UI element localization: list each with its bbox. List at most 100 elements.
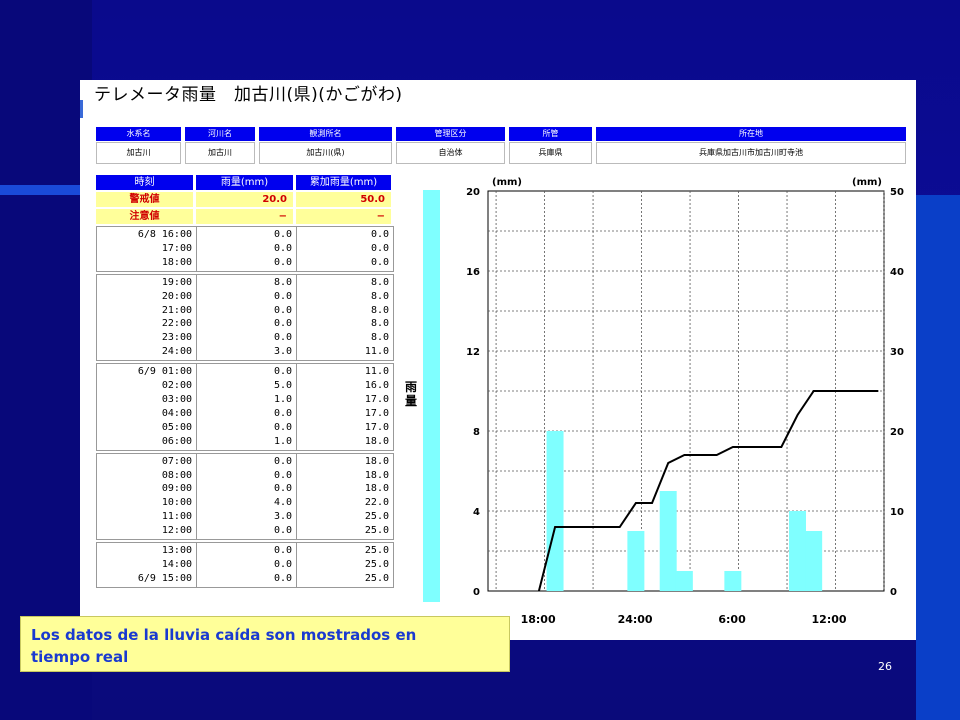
cell-time: 18:00: [161, 256, 192, 268]
value-management: 自治体: [396, 142, 505, 164]
value-location: 兵庫県加古川市加古川町寺池: [596, 142, 906, 164]
header-rain: 雨量(mm): [196, 175, 293, 190]
x-tick-label: 18:00: [521, 613, 556, 626]
right-unit-label: (mm): [852, 177, 882, 188]
cell-rain: 0.0: [273, 242, 292, 254]
cell-rain: 0.0: [273, 229, 292, 240]
telemeter-panel: テレメータ雨量 加古川(県)(かごがわ) 水系名 河川名 観測所名 管理区分 所…: [80, 80, 916, 640]
cell-time: 24:00: [161, 346, 192, 358]
right-tick-label: 20: [890, 427, 904, 438]
panel-title: テレメータ雨量 加古川(県)(かごがわ): [94, 85, 403, 105]
value-water-system: 加古川: [96, 142, 181, 164]
panel-edge-strip: [80, 100, 83, 118]
cell-rain: 0.0: [273, 469, 292, 481]
warning-row: 警戒値 20.0 50.0: [96, 192, 394, 207]
cell-rain: 3.0: [273, 346, 292, 358]
cell-cumulative: 0.0: [370, 256, 389, 268]
rain-gauge-bar: [423, 190, 440, 602]
cell-rain: 0.0: [273, 290, 292, 302]
group-col-cumulative: 25.0 25.0 25.0: [297, 543, 393, 587]
value-jurisdiction: 兵庫県: [509, 142, 592, 164]
right-tick-label: 10: [890, 507, 904, 518]
cell-rain: 0.0: [273, 332, 292, 344]
caution-label: 注意値: [96, 209, 193, 224]
cell-rain: 0.0: [273, 304, 292, 316]
group-col-time: 07:00 08:00 09:00 10:00 11:00 12:00: [97, 453, 197, 540]
cell-rain: 0.0: [273, 483, 292, 495]
cell-rain: 0.0: [273, 572, 292, 584]
caption-box: Los datos de la lluvia caída son mostrad…: [20, 616, 510, 672]
header-station-name: 観測所名: [259, 127, 392, 141]
cell-time: 11:00: [161, 511, 192, 523]
group-col-time: 19:00 20:00 21:00 22:00 23:00 24:00: [97, 274, 197, 361]
background-band-mid: [0, 185, 80, 195]
cell-time: 06:00: [161, 435, 192, 447]
cell-cumulative: 25.0: [364, 545, 389, 557]
cell-rain: 0.0: [273, 318, 292, 330]
group-col-rain: 0.0 5.0 1.0 0.0 0.0 1.0: [197, 364, 297, 450]
group-col-time: 13:00 14:00 6/9 15:00: [97, 543, 197, 587]
cell-rain: 1.0: [273, 435, 292, 447]
right-tick-label: 30: [890, 347, 904, 358]
group-col-time: 6/8 16:00 17:00 18:00: [97, 227, 197, 271]
page-number: 26: [878, 660, 892, 673]
header-water-system: 水系名: [96, 127, 181, 141]
left-unit-label: (mm): [492, 177, 522, 188]
cell-time: 6/9 15:00: [137, 572, 192, 584]
cell-cumulative: 8.0: [370, 290, 389, 302]
caution-row: 注意値 − −: [96, 209, 394, 224]
cell-cumulative: 16.0: [364, 380, 389, 392]
rain-bar: [789, 511, 806, 591]
cell-cumulative: 11.0: [364, 346, 389, 358]
caption-line-2: tiempo real: [31, 648, 129, 666]
cell-time: 23:00: [161, 332, 192, 344]
header-river-name: 河川名: [185, 127, 255, 141]
left-tick-label: 12: [466, 347, 480, 358]
group-col-time: 6/9 01:00 02:00 03:00 04:00 05:00 06:00: [97, 364, 197, 450]
cell-cumulative: 8.0: [370, 332, 389, 344]
rain-bar: [546, 431, 564, 591]
rain-bar: [627, 531, 645, 591]
cell-rain: 0.0: [273, 455, 292, 467]
cell-cumulative: 8.0: [370, 304, 389, 316]
background-band-right: [916, 195, 960, 720]
cell-rain: 3.0: [273, 511, 292, 523]
cell-cumulative: 17.0: [364, 407, 389, 419]
rainfall-group: 13:00 14:00 6/9 15:00 0.0 0.0 0.0 25.0 25.0 25.0: [96, 542, 394, 588]
group-col-cumulative: 8.0 8.0 8.0 8.0 8.0 11.0: [297, 275, 393, 360]
warning-rain: 20.0: [196, 192, 293, 207]
cell-time: 02:00: [161, 380, 192, 392]
cell-time: 08:00: [161, 469, 192, 481]
group-col-cumulative: 0.0 0.0 0.0: [297, 227, 393, 271]
left-tick-label: 4: [473, 507, 480, 518]
cell-cumulative: 11.0: [364, 366, 389, 378]
cell-time: 04:00: [161, 407, 192, 419]
left-tick-label: 20: [466, 187, 480, 198]
caution-cumulative: −: [296, 209, 391, 224]
value-station-name: 加古川(県): [259, 142, 392, 164]
cell-cumulative: 25.0: [364, 558, 389, 570]
cell-rain: 0.0: [273, 545, 292, 557]
rainfall-group: 6/9 01:00 02:00 03:00 04:00 05:00 06:00 0.0 5.0…: [96, 363, 394, 451]
left-tick-label: 8: [473, 427, 480, 438]
station-info-header: 水系名 河川名 観測所名 管理区分 所管 所在地: [96, 127, 910, 141]
x-tick-label: 24:00: [618, 613, 653, 626]
cell-rain: 0.0: [273, 407, 292, 419]
rain-bar: [805, 531, 823, 591]
header-jurisdiction: 所管: [509, 127, 592, 141]
header-location: 所在地: [596, 127, 906, 141]
cell-rain: 0.0: [273, 366, 292, 378]
cell-rain: 0.0: [273, 558, 292, 570]
x-tick-label: 12:00: [812, 613, 847, 626]
cell-rain: 4.0: [273, 497, 292, 509]
rainfall-group: 6/8 16:00 17:00 18:00 0.0 0.0 0.0 0.0 0.0 0.0: [96, 226, 394, 272]
cell-time: 21:00: [161, 304, 192, 316]
cell-time: 07:00: [161, 455, 192, 467]
cell-time: 09:00: [161, 483, 192, 495]
cell-time: 20:00: [161, 290, 192, 302]
header-management: 管理区分: [396, 127, 505, 141]
cell-cumulative: 18.0: [364, 435, 389, 447]
cell-rain: 5.0: [273, 380, 292, 392]
header-time: 時刻: [96, 175, 193, 190]
cell-cumulative: 25.0: [364, 572, 389, 584]
